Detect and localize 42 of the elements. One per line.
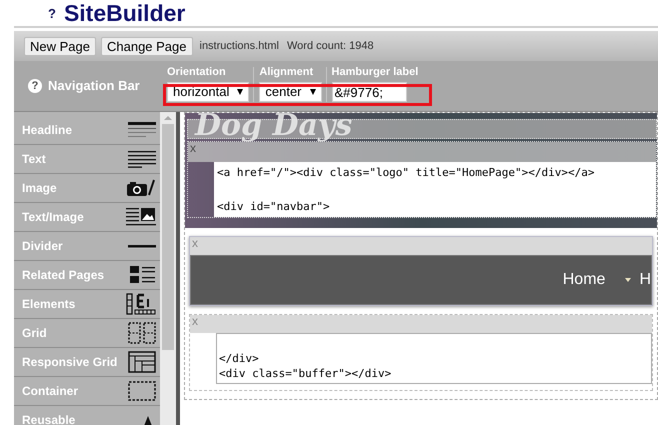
horizontal-line-icon bbox=[128, 244, 156, 248]
field-label: Orientation bbox=[167, 67, 227, 78]
close-button[interactable]: x bbox=[188, 142, 196, 154]
app-title: SiteBuilder bbox=[64, 2, 186, 24]
nav-link[interactable]: Home bbox=[562, 268, 606, 292]
code-editor[interactable]: <a href="/"><div class="logo" title="HomePage"></div></a> <div id="navbar"> bbox=[214, 162, 656, 217]
help-icon[interactable]: ? bbox=[48, 6, 56, 20]
scroll-up-arrow-icon[interactable] bbox=[164, 116, 172, 120]
scrollbar-thumb[interactable] bbox=[162, 124, 174, 350]
headline-lines-icon bbox=[128, 121, 156, 139]
toolbar-button[interactable]: New Page bbox=[24, 36, 96, 56]
dashed-rectangle-icon bbox=[128, 381, 156, 401]
image-list-icon bbox=[130, 265, 156, 285]
layout-grid-icon bbox=[128, 351, 156, 373]
close-button[interactable]: x bbox=[190, 237, 198, 249]
field-label: Hamburger label bbox=[332, 67, 418, 78]
nav-link[interactable]: H bbox=[639, 268, 651, 292]
palette-item[interactable]: Grid bbox=[14, 319, 160, 348]
dropdown-caret-icon bbox=[237, 89, 244, 95]
scrollbar[interactable] bbox=[160, 112, 176, 425]
palette-item[interactable]: Responsive Grid bbox=[14, 348, 160, 377]
toolbar-button[interactable]: Change Page bbox=[100, 36, 192, 56]
close-button[interactable]: x bbox=[190, 315, 198, 327]
text-lines-icon bbox=[128, 150, 156, 168]
file-name: instructions.html bbox=[200, 38, 279, 54]
palette-item[interactable]: Elements bbox=[14, 290, 160, 319]
help-icon[interactable]: ? bbox=[28, 79, 42, 93]
palette-item[interactable]: Headline bbox=[14, 116, 160, 145]
dashed-grid-icon bbox=[128, 322, 156, 344]
field-label: Alignment bbox=[259, 67, 314, 78]
code-editor[interactable]: </div> <div class="buffer"></div> bbox=[216, 333, 652, 384]
camera-brush-icon bbox=[126, 179, 156, 197]
palette-item[interactable]: Text bbox=[14, 145, 160, 174]
palette-item[interactable]: Text/Image bbox=[14, 203, 160, 232]
palette-item[interactable]: Related Pages bbox=[14, 261, 160, 290]
component-name: Navigation Bar bbox=[48, 77, 140, 96]
elements-icon bbox=[126, 293, 156, 315]
site-logo: Dog Days bbox=[195, 111, 352, 141]
dropdown-caret-icon bbox=[310, 89, 316, 95]
text-image-icon bbox=[126, 207, 156, 227]
word-count: Word count: 1948 bbox=[286, 38, 374, 54]
palette-item[interactable]: Image bbox=[14, 174, 160, 203]
